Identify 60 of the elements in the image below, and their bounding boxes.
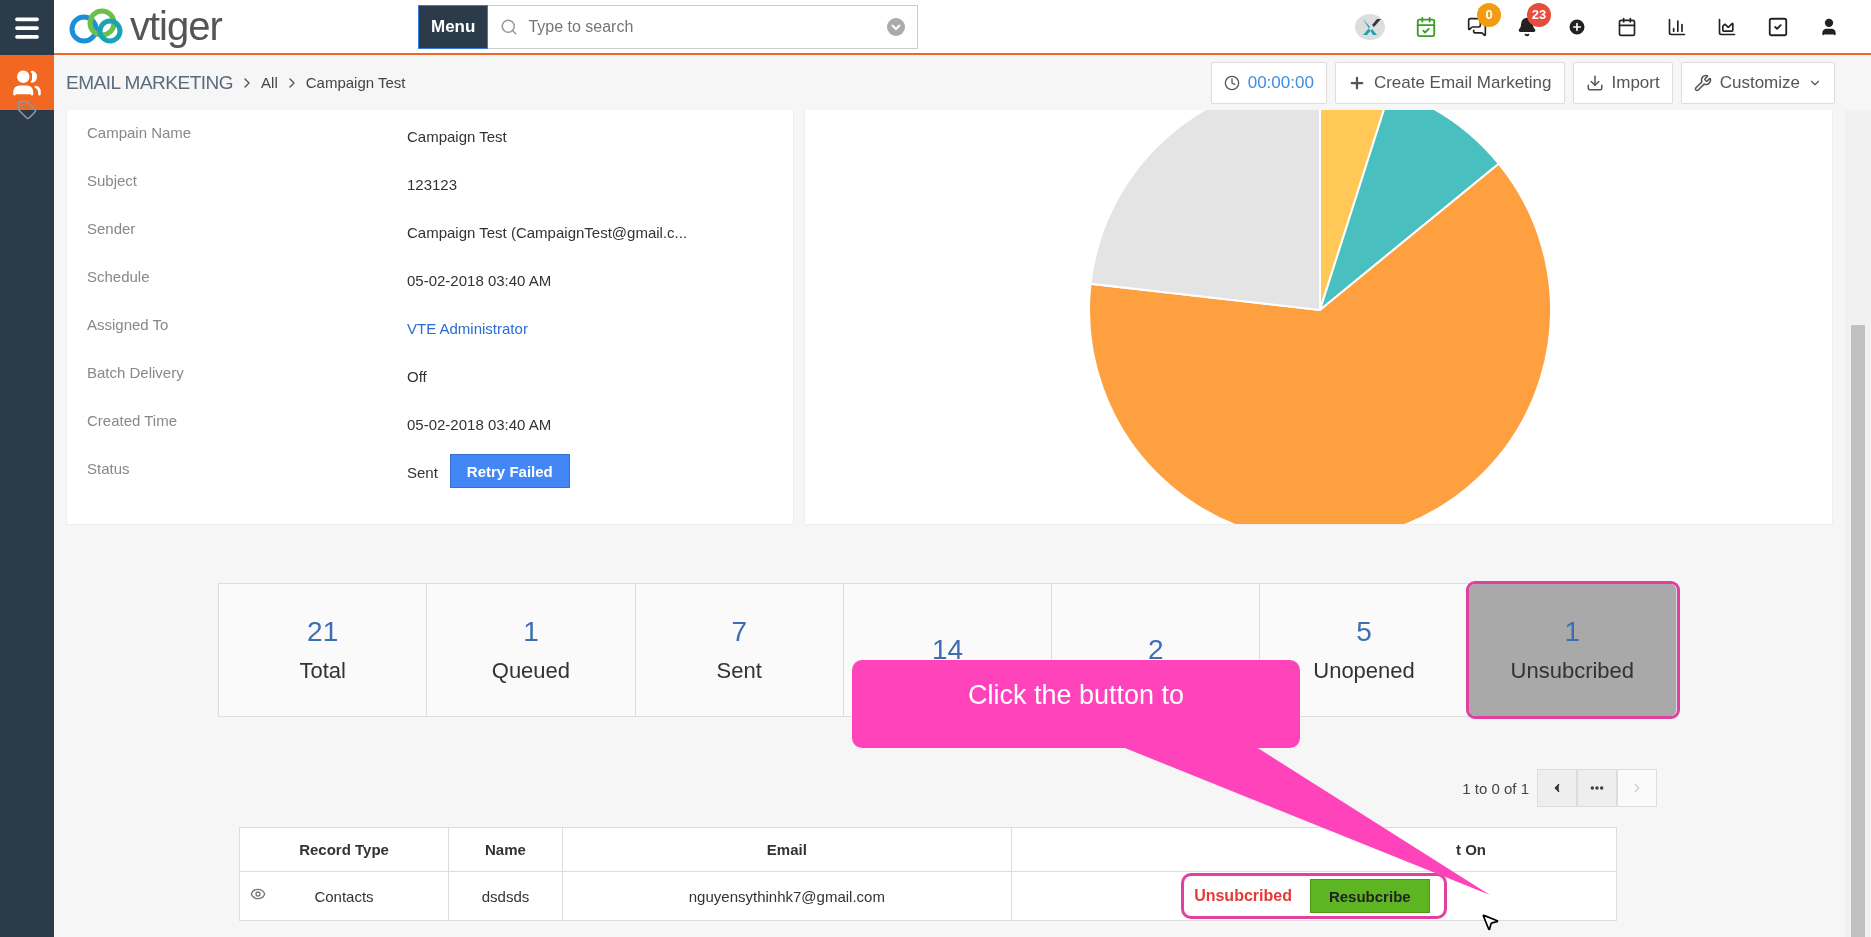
field-label: Created Time bbox=[87, 411, 179, 431]
page-range: 1 to 0 of 1 bbox=[1462, 779, 1529, 797]
vtiger-logo[interactable]: vtiger bbox=[66, 4, 418, 49]
wrench-icon bbox=[1693, 73, 1712, 92]
resubscribe-button[interactable]: Resubcribe bbox=[1309, 879, 1430, 913]
stat-tile[interactable]: 7 Sent bbox=[635, 584, 844, 716]
field-label: Sender bbox=[87, 219, 137, 239]
customize-button[interactable]: Customize bbox=[1680, 61, 1835, 104]
search-field[interactable]: Type to search bbox=[526, 16, 880, 37]
clock-icon bbox=[1223, 74, 1240, 91]
field-value: 05-02-2018 03:40 AM bbox=[407, 272, 552, 289]
scrollbar-thumb[interactable] bbox=[1851, 325, 1865, 937]
field-value: Campaign Test bbox=[407, 128, 507, 145]
column-header: Name bbox=[448, 827, 563, 872]
chat-icon[interactable] bbox=[1467, 16, 1487, 37]
field-label: Status bbox=[87, 459, 131, 479]
timer-button[interactable]: 00:00:00 bbox=[1210, 61, 1327, 104]
breadcrumb-item[interactable]: All bbox=[261, 74, 278, 91]
add-icon[interactable] bbox=[1567, 16, 1587, 37]
module-title[interactable]: EMAIL MARKETING bbox=[66, 71, 234, 94]
table-cell: Contacts bbox=[239, 871, 449, 921]
field-label: Schedule bbox=[87, 267, 151, 287]
field-label: Assigned To bbox=[87, 315, 170, 335]
table-cell: dsdsds bbox=[448, 871, 563, 921]
calendar-icon[interactable] bbox=[1617, 16, 1637, 37]
import-button[interactable]: Import bbox=[1572, 61, 1673, 104]
checkbox-icon[interactable] bbox=[1767, 15, 1789, 38]
column-header: Record Type bbox=[239, 827, 449, 872]
notification-badge: 23 bbox=[1527, 2, 1551, 27]
field-value: 123123 bbox=[407, 176, 458, 193]
assigned-user-link[interactable]: VTE Administrator bbox=[407, 320, 528, 337]
status-text: Unsubcribed bbox=[1194, 887, 1292, 905]
field-label: Subject bbox=[87, 171, 139, 191]
notification-badge: 0 bbox=[1477, 2, 1501, 27]
table-cell: nguyensythinhk7@gmail.com bbox=[562, 871, 1012, 921]
column-header: t On bbox=[1011, 827, 1617, 872]
field-value: 05-02-2018 03:40 AM bbox=[407, 416, 552, 433]
area-chart-icon[interactable] bbox=[1717, 16, 1737, 37]
search-box[interactable]: Type to search bbox=[488, 4, 919, 49]
tag-icon[interactable] bbox=[17, 100, 37, 120]
column-header: Email bbox=[562, 827, 1012, 872]
search-icon bbox=[500, 17, 519, 36]
callout-tooltip: Click the button to bbox=[852, 660, 1300, 748]
field-value: Campaign Test (CampaignTest@gmail.c... bbox=[407, 224, 688, 241]
stat-tile[interactable]: 1 Unsubcribed bbox=[1468, 584, 1677, 716]
breadcrumb-item[interactable]: Campaign Test bbox=[305, 74, 406, 91]
create-button[interactable]: Create Email Marketing bbox=[1334, 61, 1565, 104]
calendar-check-icon[interactable] bbox=[1415, 15, 1437, 38]
user-icon[interactable] bbox=[1819, 16, 1839, 37]
menu-button[interactable]: Menu bbox=[418, 4, 489, 49]
field-value: Sent bbox=[407, 464, 438, 481]
stat-tile[interactable]: 21 Total bbox=[219, 584, 428, 716]
download-icon bbox=[1585, 73, 1604, 92]
field-value: Off bbox=[407, 368, 427, 385]
view-icon[interactable] bbox=[250, 886, 266, 902]
stat-tile[interactable]: 1 Queued bbox=[427, 584, 636, 716]
bar-chart-icon[interactable] bbox=[1667, 16, 1687, 37]
field-label: Batch Delivery bbox=[87, 363, 185, 383]
app-logo-icon[interactable] bbox=[1355, 13, 1385, 40]
field-label: Campain Name bbox=[87, 123, 193, 143]
